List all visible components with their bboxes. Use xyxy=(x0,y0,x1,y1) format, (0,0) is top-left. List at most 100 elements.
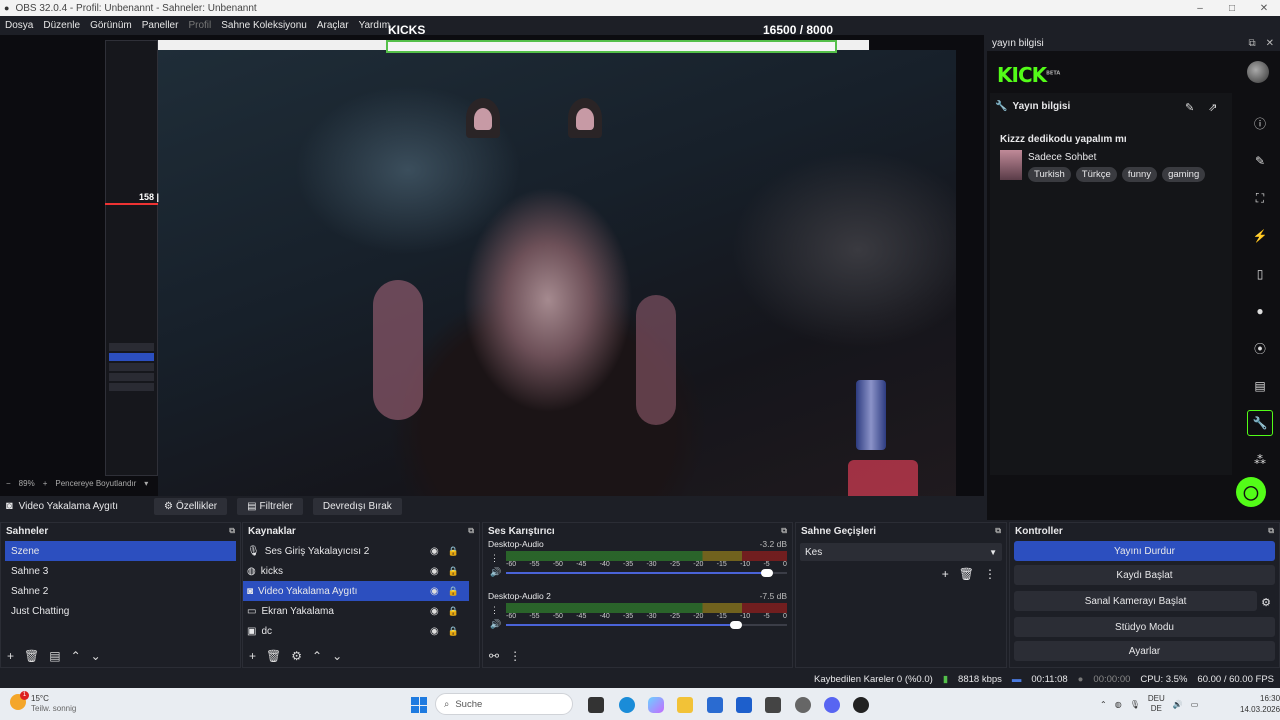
more-icon[interactable]: ⋮ xyxy=(490,553,499,564)
eye-icon[interactable]: ◉ xyxy=(430,546,439,557)
add-icon[interactable]: + xyxy=(942,567,949,581)
gear-icon[interactable]: ⚙ xyxy=(1261,596,1271,609)
eye-icon[interactable]: ◉ xyxy=(430,586,439,597)
add-icon[interactable]: + xyxy=(7,649,14,663)
speaker-icon[interactable]: 🔊 xyxy=(490,567,501,578)
source-item[interactable]: ▣ dc ◉ 🔒 xyxy=(243,621,469,641)
menu-gorunum[interactable]: Görünüm xyxy=(90,20,132,31)
link-icon[interactable]: ⚯ xyxy=(489,649,499,663)
add-icon[interactable]: + xyxy=(249,649,256,663)
app-icon[interactable] xyxy=(765,697,781,713)
capture-icon[interactable]: ⛶ xyxy=(1256,180,1264,218)
speaker-icon[interactable]: 🔊 xyxy=(490,619,501,630)
mic-icon[interactable]: 🎙 xyxy=(1130,700,1140,709)
lock-icon[interactable]: 🔒 xyxy=(448,566,459,577)
scene-item[interactable]: Szene xyxy=(5,541,236,561)
avatar[interactable] xyxy=(1247,61,1269,83)
properties-button[interactable]: ⚙ Özellikler xyxy=(154,497,228,515)
chat-icon[interactable]: ● xyxy=(1256,293,1263,331)
settings-app-icon[interactable] xyxy=(795,697,811,713)
chevron-up-icon[interactable]: ⌃ xyxy=(71,649,81,663)
chevron-down-icon[interactable]: ⌄ xyxy=(332,649,342,663)
eye-icon[interactable]: ◉ xyxy=(430,606,439,617)
scene-item[interactable]: Sahne 2 xyxy=(5,581,236,601)
filters-button[interactable]: ▤ Filtreler xyxy=(237,497,303,515)
scene-item[interactable]: Sahne 3 xyxy=(5,561,236,581)
copilot-icon[interactable] xyxy=(648,697,664,713)
menu-araclar[interactable]: Araçlar xyxy=(317,20,349,31)
volume-slider[interactable] xyxy=(506,621,787,629)
pencil-icon[interactable]: ✎ xyxy=(1255,143,1265,181)
trash-icon[interactable]: 🗑 xyxy=(266,649,281,663)
preview-canvas[interactable]: 158 | xyxy=(0,35,984,496)
studio-mode-button[interactable]: Stüdyo Modu xyxy=(1014,617,1275,637)
printer-icon[interactable]: ▤ xyxy=(1254,368,1265,406)
minimize-button[interactable]: – xyxy=(1184,3,1216,14)
network-icon[interactable]: ◍ xyxy=(1115,700,1122,709)
transition-select[interactable]: Kes ▼ xyxy=(800,543,1002,561)
deactivate-button[interactable]: Devredışı Bırak xyxy=(312,497,402,515)
close-icon[interactable]: ✕ xyxy=(1266,38,1274,49)
trash-icon[interactable]: 🗑 xyxy=(959,567,974,581)
language-indicator[interactable]: DEU DE xyxy=(1148,694,1165,714)
discord-icon[interactable] xyxy=(824,697,840,713)
weather-widget[interactable]: 1 15°C Teilw. sonnig xyxy=(10,691,76,714)
dock-float-icon[interactable]: ⧉ xyxy=(468,526,474,536)
more-icon[interactable]: ⋮ xyxy=(509,649,521,663)
share-icon[interactable]: ⁂ xyxy=(1254,441,1266,479)
dock-float-icon[interactable]: ⧉ xyxy=(995,526,1001,536)
lock-icon[interactable]: 🔒 xyxy=(448,606,459,617)
eye-icon[interactable]: ◉ xyxy=(430,626,439,637)
menu-profil[interactable]: Profil xyxy=(188,20,211,31)
start-virtual-camera-button[interactable]: Sanal Kamerayı Başlat xyxy=(1014,591,1258,611)
volume-icon[interactable]: 🔊 xyxy=(1173,700,1183,709)
stop-stream-button[interactable]: Yayını Durdur xyxy=(1014,541,1275,561)
dock-float-icon[interactable]: ⧉ xyxy=(229,526,235,536)
chevron-up-icon[interactable]: ⌃ xyxy=(1100,700,1107,709)
more-icon[interactable]: ⋮ xyxy=(984,567,996,581)
menu-paneller[interactable]: Paneller xyxy=(142,20,179,31)
windows-start-icon[interactable] xyxy=(411,697,427,713)
lock-icon[interactable]: 🔒 xyxy=(448,546,459,557)
menu-dosya[interactable]: Dosya xyxy=(5,20,33,31)
battery-icon[interactable]: ▭ xyxy=(1191,700,1199,709)
clipboard-icon[interactable]: ▯ xyxy=(1257,255,1264,293)
taskbar-search[interactable]: ⌕ Suche xyxy=(435,693,573,715)
pencil-icon[interactable]: ✎ xyxy=(1185,101,1194,114)
maximize-button[interactable]: □ xyxy=(1216,3,1248,14)
mail-icon[interactable] xyxy=(736,697,752,713)
obs-app-icon[interactable] xyxy=(853,697,869,713)
volume-slider[interactable] xyxy=(506,569,787,577)
lock-icon[interactable]: 🔒 xyxy=(448,586,459,597)
taskbar-clock[interactable]: 16:30 14.03.2026 xyxy=(1240,693,1280,715)
source-item[interactable]: ▭ Ekran Yakalama ◉ 🔒 xyxy=(243,601,469,621)
trash-icon[interactable]: 🗑 xyxy=(24,649,39,663)
start-recording-button[interactable]: Kaydı Başlat xyxy=(1014,565,1275,585)
filter-icon[interactable]: ▤ xyxy=(49,649,60,663)
chevron-down-icon[interactable]: ▾ xyxy=(144,479,148,488)
settings-button[interactable]: Ayarlar xyxy=(1014,641,1275,661)
eye-icon[interactable]: ◉ xyxy=(430,566,439,577)
source-item[interactable]: 🎙 Ses Giriş Yakalayıcısı 2 ◉ 🔒 xyxy=(243,541,469,561)
broadcast-icon[interactable]: ⦿ xyxy=(1254,330,1266,368)
menu-duzenle[interactable]: Düzenle xyxy=(43,20,80,31)
scale-mode[interactable]: Pencereye Boyutlandır xyxy=(55,479,136,488)
edge-icon[interactable] xyxy=(619,697,635,713)
gear-icon[interactable]: ⚙ xyxy=(291,649,302,663)
chevron-up-icon[interactable]: ⌃ xyxy=(312,649,322,663)
zoom-in-button[interactable]: + xyxy=(43,479,48,488)
lock-icon[interactable]: 🔒 xyxy=(448,626,459,637)
store-icon[interactable] xyxy=(707,697,723,713)
chevron-down-icon[interactable]: ⌄ xyxy=(91,649,101,663)
more-icon[interactable]: ⋮ xyxy=(490,605,499,616)
menu-yardim[interactable]: Yardım xyxy=(359,20,391,31)
source-item[interactable]: ◍ kicks ◉ 🔒 xyxy=(243,561,469,581)
task-view-icon[interactable] xyxy=(588,697,604,713)
zoom-out-button[interactable]: − xyxy=(6,479,11,488)
explorer-icon[interactable] xyxy=(677,697,693,713)
close-button[interactable]: ✕ xyxy=(1248,3,1280,14)
bolt-icon[interactable]: ⚡ xyxy=(1253,218,1268,256)
wrench-icon[interactable]: 🔧 xyxy=(1247,410,1273,436)
dock-float-icon[interactable]: ⧉ xyxy=(1268,526,1274,536)
dock-float-icon[interactable]: ⧉ xyxy=(781,526,787,536)
